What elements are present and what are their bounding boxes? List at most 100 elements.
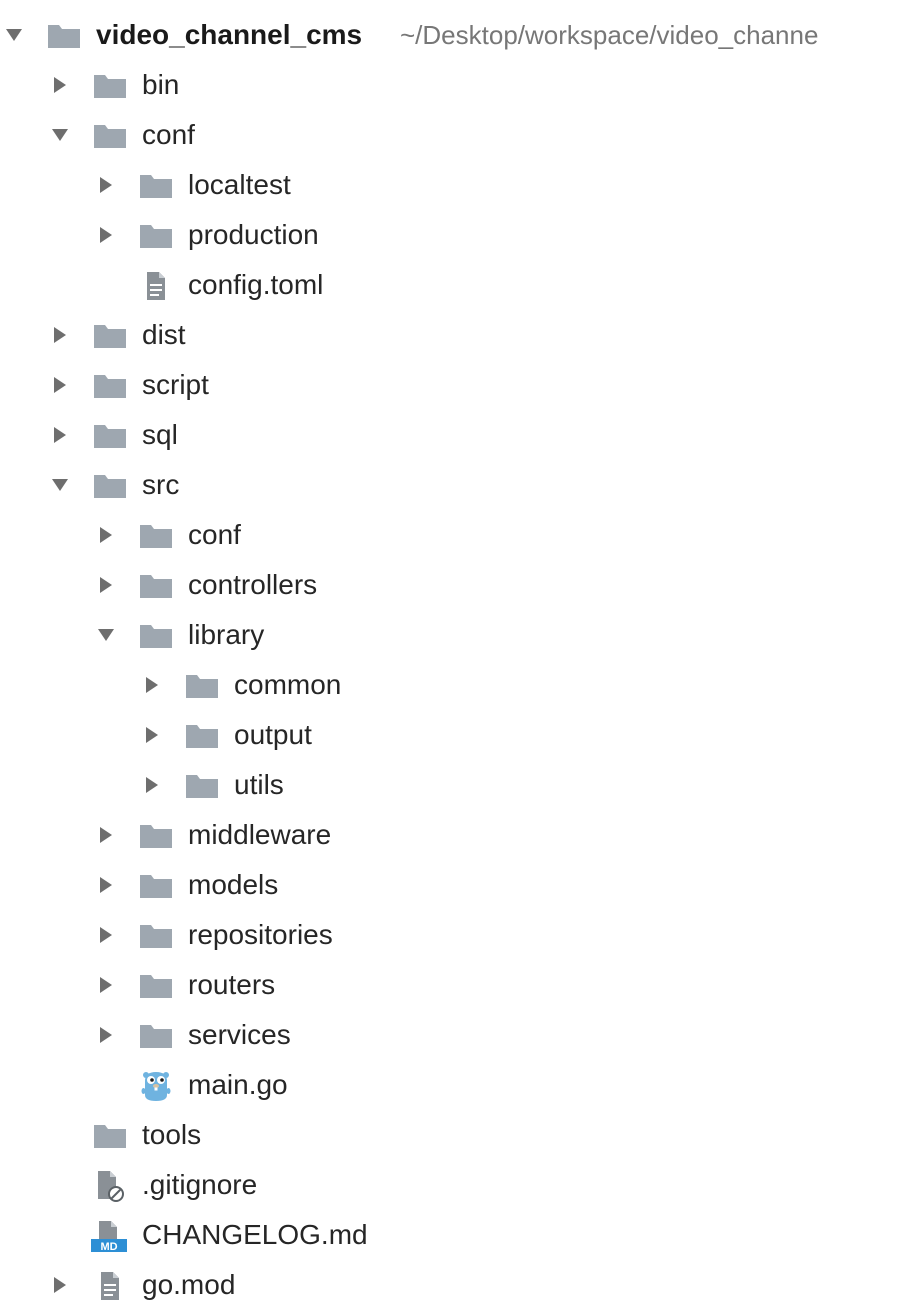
ignored-file-icon xyxy=(90,1170,130,1202)
tree-item-label: routers xyxy=(188,969,276,1000)
tree-item-bin[interactable]: bin xyxy=(0,60,920,110)
tree-item-label: models xyxy=(188,869,279,900)
folder-icon xyxy=(136,820,176,852)
folder-icon xyxy=(90,1120,130,1152)
folder-icon xyxy=(90,320,130,352)
chevron-right-icon[interactable] xyxy=(96,175,116,195)
tree-item-label: src xyxy=(142,469,180,500)
folder-icon xyxy=(90,70,130,102)
tree-item-label: go.mod xyxy=(142,1269,236,1300)
folder-icon xyxy=(182,720,222,752)
chevron-right-icon[interactable] xyxy=(96,225,116,245)
chevron-right-icon[interactable] xyxy=(50,75,70,95)
tree-item-label: script xyxy=(142,369,209,400)
tree-item-utils[interactable]: utils xyxy=(0,760,920,810)
chevron-down-icon[interactable] xyxy=(96,625,116,645)
tree-item-models[interactable]: models xyxy=(0,860,920,910)
tree-item-sql[interactable]: sql xyxy=(0,410,920,460)
folder-icon xyxy=(136,970,176,1002)
svg-text:MD: MD xyxy=(100,1241,117,1253)
tree-item-label: conf xyxy=(188,519,241,550)
tree-item-repositories[interactable]: repositories xyxy=(0,910,920,960)
chevron-down-icon[interactable] xyxy=(50,475,70,495)
folder-icon xyxy=(182,670,222,702)
folder-icon xyxy=(182,770,222,802)
folder-icon xyxy=(136,920,176,952)
project-path: ~/Desktop/workspace/video_channe xyxy=(400,20,819,50)
tree-item-conf[interactable]: conf xyxy=(0,110,920,160)
tree-item-tools[interactable]: tools xyxy=(0,1110,920,1160)
tree-root-row[interactable]: video_channel_cms ~/Desktop/workspace/vi… xyxy=(0,10,920,60)
tree-item-label: repositories xyxy=(188,919,333,950)
project-name: video_channel_cms xyxy=(96,19,363,50)
chevron-right-icon[interactable] xyxy=(96,875,116,895)
tree-item-controllers[interactable]: controllers xyxy=(0,560,920,610)
tree-item-label: output xyxy=(234,719,312,750)
tree-item-label: production xyxy=(188,219,319,250)
tree-item-services[interactable]: services xyxy=(0,1010,920,1060)
folder-icon xyxy=(136,1020,176,1052)
tree-item-changelog-md[interactable]: MD CHANGELOG.md xyxy=(0,1210,920,1260)
tree-item-common[interactable]: common xyxy=(0,660,920,710)
project-tree: video_channel_cms ~/Desktop/workspace/vi… xyxy=(0,10,920,1300)
tree-item-config-toml[interactable]: config.toml xyxy=(0,260,920,310)
chevron-right-icon[interactable] xyxy=(142,775,162,795)
tree-item-label: tools xyxy=(142,1119,202,1150)
chevron-right-icon[interactable] xyxy=(142,675,162,695)
tree-item-label: config.toml xyxy=(188,269,324,300)
folder-icon xyxy=(90,470,130,502)
tree-item-src[interactable]: src xyxy=(0,460,920,510)
folder-icon xyxy=(136,520,176,552)
chevron-right-icon[interactable] xyxy=(96,825,116,845)
tree-item-go-mod[interactable]: go.mod xyxy=(0,1260,920,1310)
folder-icon xyxy=(90,420,130,452)
tree-item-middleware[interactable]: middleware xyxy=(0,810,920,860)
folder-icon xyxy=(136,170,176,202)
folder-icon xyxy=(44,20,84,52)
go-gopher-icon xyxy=(136,1070,176,1102)
tree-item-localtest[interactable]: localtest xyxy=(0,160,920,210)
chevron-right-icon[interactable] xyxy=(142,725,162,745)
tree-item-conf[interactable]: conf xyxy=(0,510,920,560)
markdown-file-icon: MD xyxy=(90,1220,130,1253)
chevron-down-icon[interactable] xyxy=(50,125,70,145)
chevron-right-icon[interactable] xyxy=(50,425,70,445)
folder-icon xyxy=(136,870,176,902)
tree-item-label: .gitignore xyxy=(142,1169,258,1200)
chevron-right-icon[interactable] xyxy=(50,325,70,345)
chevron-right-icon[interactable] xyxy=(96,975,116,995)
chevron-right-icon[interactable] xyxy=(50,1275,70,1295)
tree-item-label: main.go xyxy=(188,1069,288,1100)
folder-icon xyxy=(136,220,176,252)
chevron-right-icon[interactable] xyxy=(50,375,70,395)
folder-icon xyxy=(90,120,130,152)
tree-item-label: sql xyxy=(142,419,178,450)
chevron-down-icon[interactable] xyxy=(4,25,24,45)
folder-icon xyxy=(136,620,176,652)
tree-item-main-go[interactable]: main.go xyxy=(0,1060,920,1110)
tree-item-label: utils xyxy=(234,769,284,800)
tree-item-label: middleware xyxy=(188,819,332,850)
tree-item-production[interactable]: production xyxy=(0,210,920,260)
chevron-right-icon[interactable] xyxy=(96,575,116,595)
tree-item-label: bin xyxy=(142,69,180,100)
tree-item-library[interactable]: library xyxy=(0,610,920,660)
folder-icon xyxy=(136,570,176,602)
tree-item-label: common xyxy=(234,669,342,700)
tree-item-label: CHANGELOG.md xyxy=(142,1219,368,1250)
tree-item-label: dist xyxy=(142,319,186,350)
tree-item-label: controllers xyxy=(188,569,318,600)
text-file-icon xyxy=(90,1270,130,1302)
tree-item-label: conf xyxy=(142,119,195,150)
chevron-right-icon[interactable] xyxy=(96,525,116,545)
chevron-right-icon[interactable] xyxy=(96,925,116,945)
tree-item-label: services xyxy=(188,1019,291,1050)
tree-item-dist[interactable]: dist xyxy=(0,310,920,360)
tree-item-gitignore[interactable]: .gitignore xyxy=(0,1160,920,1210)
folder-icon xyxy=(90,370,130,402)
text-file-icon xyxy=(136,270,176,302)
tree-item-routers[interactable]: routers xyxy=(0,960,920,1010)
tree-item-script[interactable]: script xyxy=(0,360,920,410)
chevron-right-icon[interactable] xyxy=(96,1025,116,1045)
tree-item-output[interactable]: output xyxy=(0,710,920,760)
